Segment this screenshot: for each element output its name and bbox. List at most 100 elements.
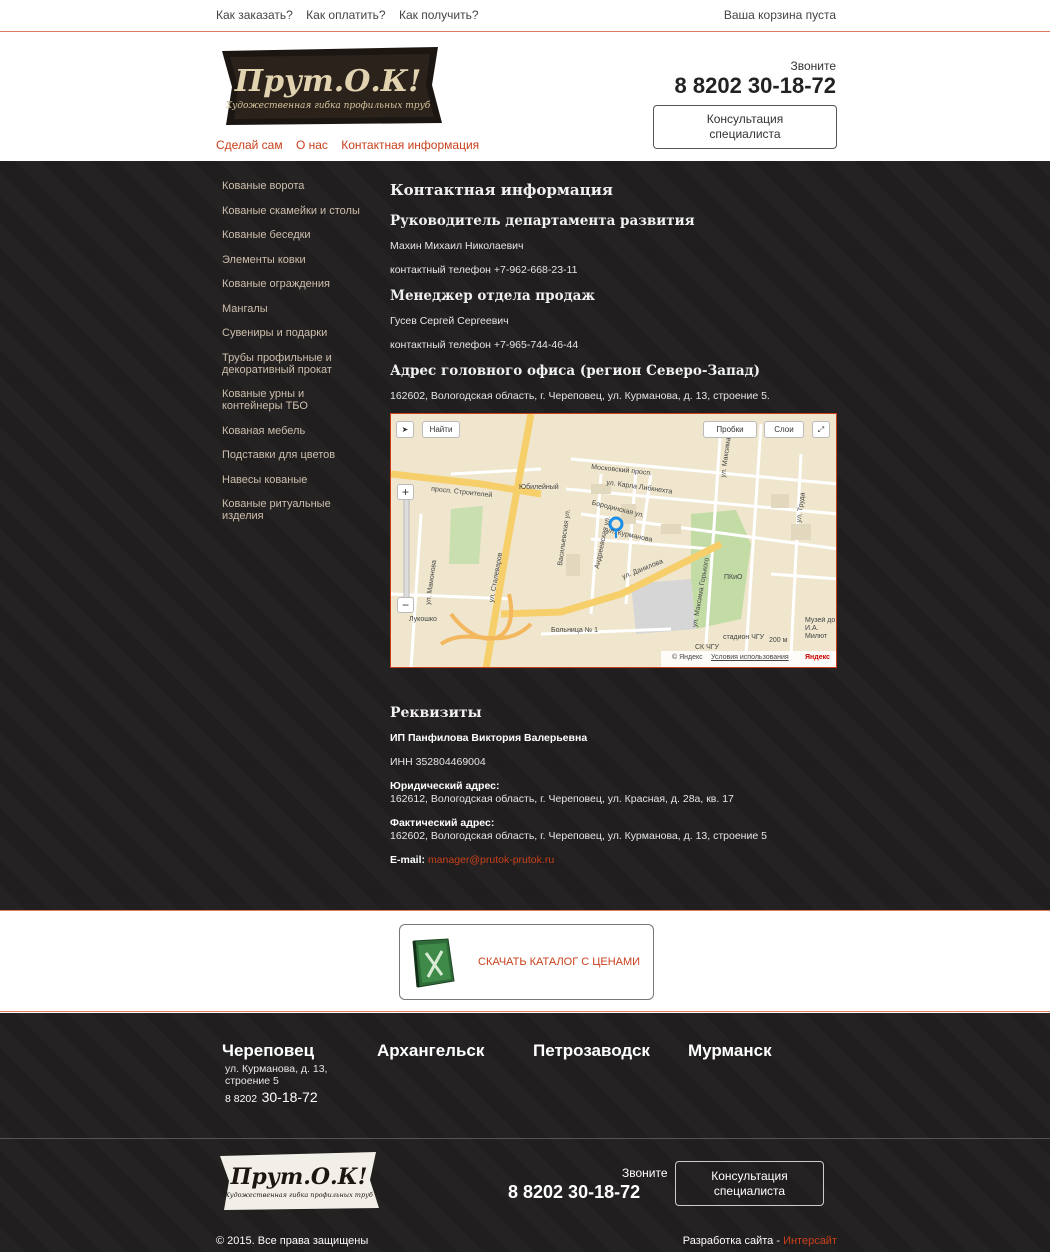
map-poi-label: СК ЧГУ	[695, 644, 719, 651]
footer-logo[interactable]: Прут.О.К! Художественная гибка профильны…	[216, 1150, 381, 1212]
map-poi-label: Больница № 1	[551, 627, 599, 634]
requisites: Реквизиты ИП Панфилова Виктория Валерьев…	[390, 705, 837, 878]
top-bar: Как заказать? Как оплатить? Как получить…	[0, 0, 1050, 32]
sidebar-item-forging-elements[interactable]: Элементы ковки	[222, 254, 362, 266]
req-actual: Фактический адрес: 162602, Вологодская об…	[390, 817, 837, 843]
map-poi-label: Музей до И.А. Милют	[805, 617, 836, 640]
footer-consult-line1: Консультация	[711, 1169, 788, 1183]
sidebar-item-urns[interactable]: Кованые урны и контейнеры ТБО	[222, 388, 362, 412]
contact-content: Контактная информация Руководитель депар…	[390, 181, 837, 414]
sidebar-item-flower-stands[interactable]: Подставки для цветов	[222, 449, 362, 461]
req-name-text: ИП Панфилова Виктория Валерьевна	[390, 732, 588, 744]
cart-status[interactable]: Ваша корзина пуста	[724, 8, 836, 22]
dev-label: Разработка сайта -	[682, 1235, 784, 1247]
nav-contacts[interactable]: Контактная информация	[341, 138, 479, 152]
heading-sales: Менеджер отдела продаж	[390, 288, 595, 304]
req-inn: ИНН 352804469004	[390, 756, 486, 768]
heading-address: Адрес головного офиса (регион Северо-Зап…	[390, 363, 760, 379]
nav-diy[interactable]: Сделай сам	[216, 138, 283, 152]
email-link[interactable]: manager@prutok-prutok.ru	[428, 854, 554, 866]
footer-call-label: Звоните	[622, 1166, 668, 1180]
header-phone[interactable]: 8 8202 30-18-72	[675, 73, 836, 99]
city-murmansk[interactable]: Мурманск	[688, 1041, 772, 1061]
footer-divider	[0, 1138, 1050, 1139]
dev-phone: контактный телефон +7-962-668-23-11	[390, 264, 578, 276]
excel-book-icon	[408, 937, 458, 989]
svg-text:Художественная гибка профильны: Художественная гибка профильных труб	[225, 100, 431, 111]
map-poi-label: Лукошко	[409, 616, 437, 623]
map-poi-label: ПКиО	[724, 574, 743, 581]
footer-phone[interactable]: 8 8202 30-18-72	[508, 1182, 640, 1203]
nav-about[interactable]: О нас	[296, 138, 328, 152]
req-legal-value: 162612, Вологодская область, г. Черепове…	[390, 793, 734, 805]
main-area: Кованые ворота Кованые скамейки и столы …	[0, 161, 1050, 911]
sales-name: Гусев Сергей Сергеевич	[390, 315, 509, 327]
req-legal: Юридический адрес: 162612, Вологодская об…	[390, 780, 837, 806]
map-terms-link[interactable]: Условия использования	[711, 654, 789, 661]
req-email: E-mail: manager@prutok-prutok.ru	[390, 854, 837, 867]
yandex-logo[interactable]: Яндекс	[805, 654, 830, 661]
sidebar-item-furniture[interactable]: Кованая мебель	[222, 425, 362, 437]
map-poi-label: стадион ЧГУ	[723, 634, 765, 641]
city-phone-number: 30-18-72	[261, 1089, 318, 1105]
category-sidebar: Кованые ворота Кованые скамейки и столы …	[222, 180, 362, 535]
yandex-map[interactable]: ➤ Найти Пробки Слои ⤢ + − просп. Строите…	[390, 413, 837, 668]
heading-development: Руководитель департамента развития	[390, 213, 695, 229]
sidebar-item-souvenirs[interactable]: Сувениры и подарки	[222, 327, 362, 339]
svg-text:Прут.О.К!: Прут.О.К!	[234, 64, 422, 99]
download-catalog-button[interactable]: СКАЧАТЬ КАТАЛОГ С ЦЕНАМИ	[399, 924, 654, 1000]
fullscreen-icon[interactable]: ⤢	[812, 421, 830, 438]
map-layers-button[interactable]: Слои	[764, 421, 804, 438]
req-actual-label: Фактический адрес:	[390, 817, 495, 829]
link-how-to-receive[interactable]: Как получить?	[399, 8, 479, 22]
top-links: Как заказать? Как оплатить? Как получить…	[216, 8, 489, 22]
catalog-band: СКАЧАТЬ КАТАЛОГ С ЦЕНАМИ	[0, 912, 1050, 1012]
link-how-to-order[interactable]: Как заказать?	[216, 8, 293, 22]
map-find-button[interactable]: Найти	[422, 421, 460, 438]
consult-line2: специалиста	[709, 127, 781, 141]
link-how-to-pay[interactable]: Как оплатить?	[306, 8, 385, 22]
developer-link[interactable]: Интерсайт	[783, 1235, 837, 1247]
locate-icon[interactable]: ➤	[396, 421, 414, 438]
copyright: © 2015. Все права защищены	[216, 1235, 369, 1247]
site-logo[interactable]: Прут.О.К! Художественная гибка профильны…	[216, 45, 444, 127]
map-scale: 200 м	[769, 637, 788, 644]
footer-consultation-button[interactable]: Консультация специалиста	[675, 1161, 824, 1206]
map-poi-label: Юбилейный	[519, 484, 559, 491]
sidebar-item-grills[interactable]: Мангалы	[222, 303, 362, 315]
footer-consult-line2: специалиста	[713, 1184, 786, 1198]
city-phone-prefix: 8 8202	[225, 1093, 258, 1105]
svg-text:Художественная гибка профильны: Художественная гибка профильных труб	[224, 1191, 373, 1199]
page-title: Контактная информация	[390, 181, 613, 199]
sidebar-item-canopies[interactable]: Навесы кованые	[222, 474, 362, 486]
header: Прут.О.К! Художественная гибка профильны…	[0, 33, 1050, 161]
sales-phone: контактный телефон +7-965-744-46-44	[390, 339, 579, 351]
address-line2: строение 5	[225, 1075, 279, 1087]
city-address: ул. Курманова, д. 13, строение 5	[225, 1063, 327, 1087]
zoom-in-button[interactable]: +	[397, 484, 414, 500]
req-legal-label: Юридический адрес:	[390, 780, 500, 792]
map-copyright: © Яндекс	[672, 654, 703, 661]
sidebar-item-ritual[interactable]: Кованые ритуальные изделия	[222, 498, 362, 522]
map-traffic-button[interactable]: Пробки	[703, 421, 757, 438]
sidebar-item-benches[interactable]: Кованые скамейки и столы	[222, 205, 362, 217]
city-phone[interactable]: 8 8202 30-18-72	[225, 1089, 318, 1107]
sidebar-item-pipes[interactable]: Трубы профильные и декоративный прокат	[222, 352, 362, 376]
zoom-out-button[interactable]: −	[397, 597, 414, 613]
city-petrozavodsk[interactable]: Петрозаводск	[533, 1041, 650, 1061]
sidebar-item-gazebos[interactable]: Кованые беседки	[222, 229, 362, 241]
header-nav: Сделай сам О нас Контактная информация	[216, 138, 489, 152]
dev-name: Махин Михаил Николаевич	[390, 240, 524, 252]
heading-requisites: Реквизиты	[390, 705, 482, 721]
consult-line1: Консультация	[706, 112, 784, 126]
call-label: Звоните	[790, 59, 836, 73]
sidebar-item-gates[interactable]: Кованые ворота	[222, 180, 362, 192]
sidebar-item-fences[interactable]: Кованые ограждения	[222, 278, 362, 290]
footer: Череповец Архангельск Петрозаводск Мурма…	[0, 1013, 1050, 1252]
city-cherepovets[interactable]: Череповец	[222, 1041, 314, 1061]
address-line1: ул. Курманова, д. 13,	[225, 1063, 328, 1075]
city-arkhangelsk[interactable]: Архангельск	[377, 1041, 484, 1061]
consultation-button[interactable]: Консультация специалиста	[653, 105, 837, 149]
office-address: 162602, Вологодская область, г. Черепове…	[390, 390, 770, 402]
developer-credit: Разработка сайта - Интерсайт	[683, 1235, 837, 1247]
